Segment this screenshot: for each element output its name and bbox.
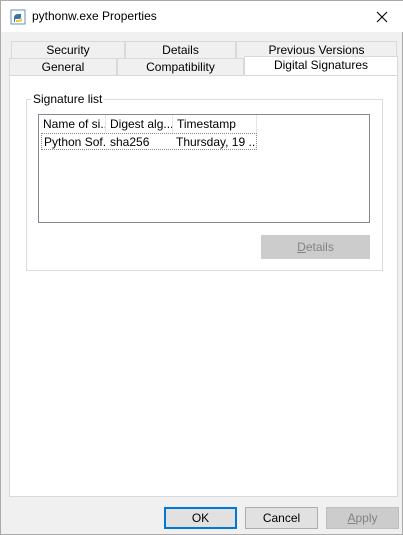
- python-file-icon: [10, 9, 26, 25]
- tab-security[interactable]: Security: [11, 41, 125, 59]
- digest-algorithm-cell: sha256: [110, 135, 150, 149]
- digital-signatures-panel: Signature list Name of si... Digest alg.…: [9, 75, 398, 497]
- tab-details[interactable]: Details: [125, 41, 236, 59]
- title-bar[interactable]: pythonw.exe Properties: [1, 1, 403, 32]
- apply-button[interactable]: Apply: [326, 507, 399, 529]
- column-header-timestamp[interactable]: Timestamp: [173, 115, 257, 133]
- tab-digital-signatures[interactable]: Digital Signatures: [244, 56, 398, 75]
- column-header-name[interactable]: Name of si...: [39, 115, 106, 133]
- window-title: pythonw.exe Properties: [32, 9, 157, 23]
- list-header: Name of si... Digest alg... Timestamp: [39, 115, 369, 133]
- properties-window: pythonw.exe Properties Security Details …: [0, 0, 403, 535]
- ok-button[interactable]: OK: [164, 507, 237, 529]
- list-item[interactable]: Python Sof... sha256 Thursday, 19 ...: [41, 133, 257, 150]
- timestamp-cell: Thursday, 19 ...: [176, 135, 256, 149]
- signer-name-cell: Python Sof...: [44, 135, 107, 149]
- close-icon: [376, 11, 388, 22]
- tab-general[interactable]: General: [9, 58, 117, 76]
- cancel-button[interactable]: Cancel: [245, 507, 318, 529]
- details-button[interactable]: Details: [261, 235, 370, 259]
- signature-list-label: Signature list: [31, 92, 105, 106]
- tab-compatibility[interactable]: Compatibility: [117, 58, 244, 76]
- column-header-digest[interactable]: Digest alg...: [106, 115, 173, 133]
- signature-list[interactable]: Name of si... Digest alg... Timestamp Py…: [38, 114, 370, 223]
- close-button[interactable]: [360, 1, 403, 32]
- signature-list-group: Signature list Name of si... Digest alg.…: [26, 92, 383, 271]
